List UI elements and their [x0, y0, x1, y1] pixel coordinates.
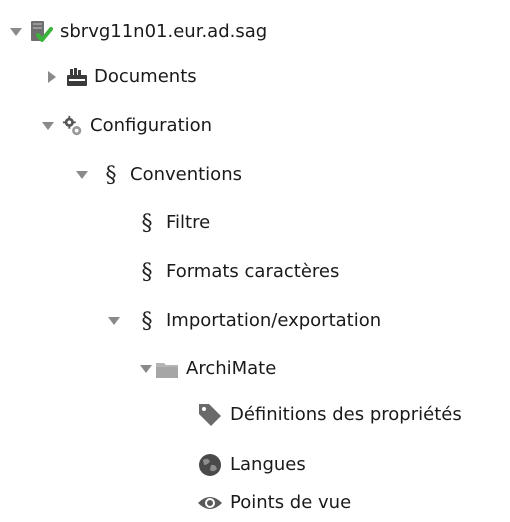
tree-node-label: ArchiMate [186, 358, 277, 379]
expand-arrow-icon[interactable] [8, 24, 24, 40]
tree-node-label: Configuration [90, 115, 213, 136]
section-icon: § [141, 308, 153, 334]
navigation-tree: sbrvg11n01.eur.ad.sag Documents Configur… [0, 0, 510, 522]
section-icon: § [141, 259, 153, 285]
server-check-icon [28, 21, 54, 43]
expand-arrow-icon[interactable] [138, 361, 154, 377]
tree-node-label: Définitions des propriétés [230, 404, 462, 425]
tree-node-label: Filtre [166, 212, 211, 233]
tree-node-label: Langues [230, 454, 306, 475]
section-icon: § [105, 162, 117, 188]
tree-node-points-de-vue[interactable]: Points de vue [196, 486, 351, 520]
folder-icon [154, 358, 180, 380]
globe-icon [196, 454, 224, 476]
tree-node-archimate[interactable]: ArchiMate [138, 352, 276, 386]
tree-node-root[interactable]: sbrvg11n01.eur.ad.sag [8, 15, 267, 49]
tree-node-definitions-proprietes[interactable]: Définitions des propriétés [196, 398, 462, 432]
tree-node-conventions[interactable]: § Conventions [74, 158, 242, 192]
documents-icon [66, 66, 88, 88]
collapsed-arrow-icon[interactable] [44, 69, 60, 85]
expand-arrow-icon[interactable] [40, 118, 56, 134]
gears-icon [62, 115, 84, 137]
tree-node-filtre[interactable]: § Filtre [140, 206, 211, 240]
expand-arrow-icon[interactable] [74, 167, 90, 183]
eye-icon [196, 492, 224, 514]
tag-icon [196, 404, 224, 426]
section-icon: § [141, 210, 153, 236]
tree-node-label: Conventions [130, 164, 242, 185]
tree-node-formats-caracteres[interactable]: § Formats caractères [140, 255, 340, 289]
tree-node-configuration[interactable]: Configuration [40, 109, 212, 143]
tree-node-label: Importation/exportation [166, 310, 382, 331]
tree-node-label: Formats caractères [166, 261, 340, 282]
tree-node-documents[interactable]: Documents [44, 60, 197, 94]
tree-node-label: Points de vue [230, 492, 352, 513]
tree-node-langues[interactable]: Langues [196, 448, 306, 482]
expand-arrow-icon[interactable] [106, 313, 122, 329]
tree-node-label: Documents [94, 66, 197, 87]
tree-node-label: sbrvg11n01.eur.ad.sag [60, 21, 268, 42]
tree-node-importation-exportation[interactable]: § Importation/exportation [106, 304, 381, 338]
